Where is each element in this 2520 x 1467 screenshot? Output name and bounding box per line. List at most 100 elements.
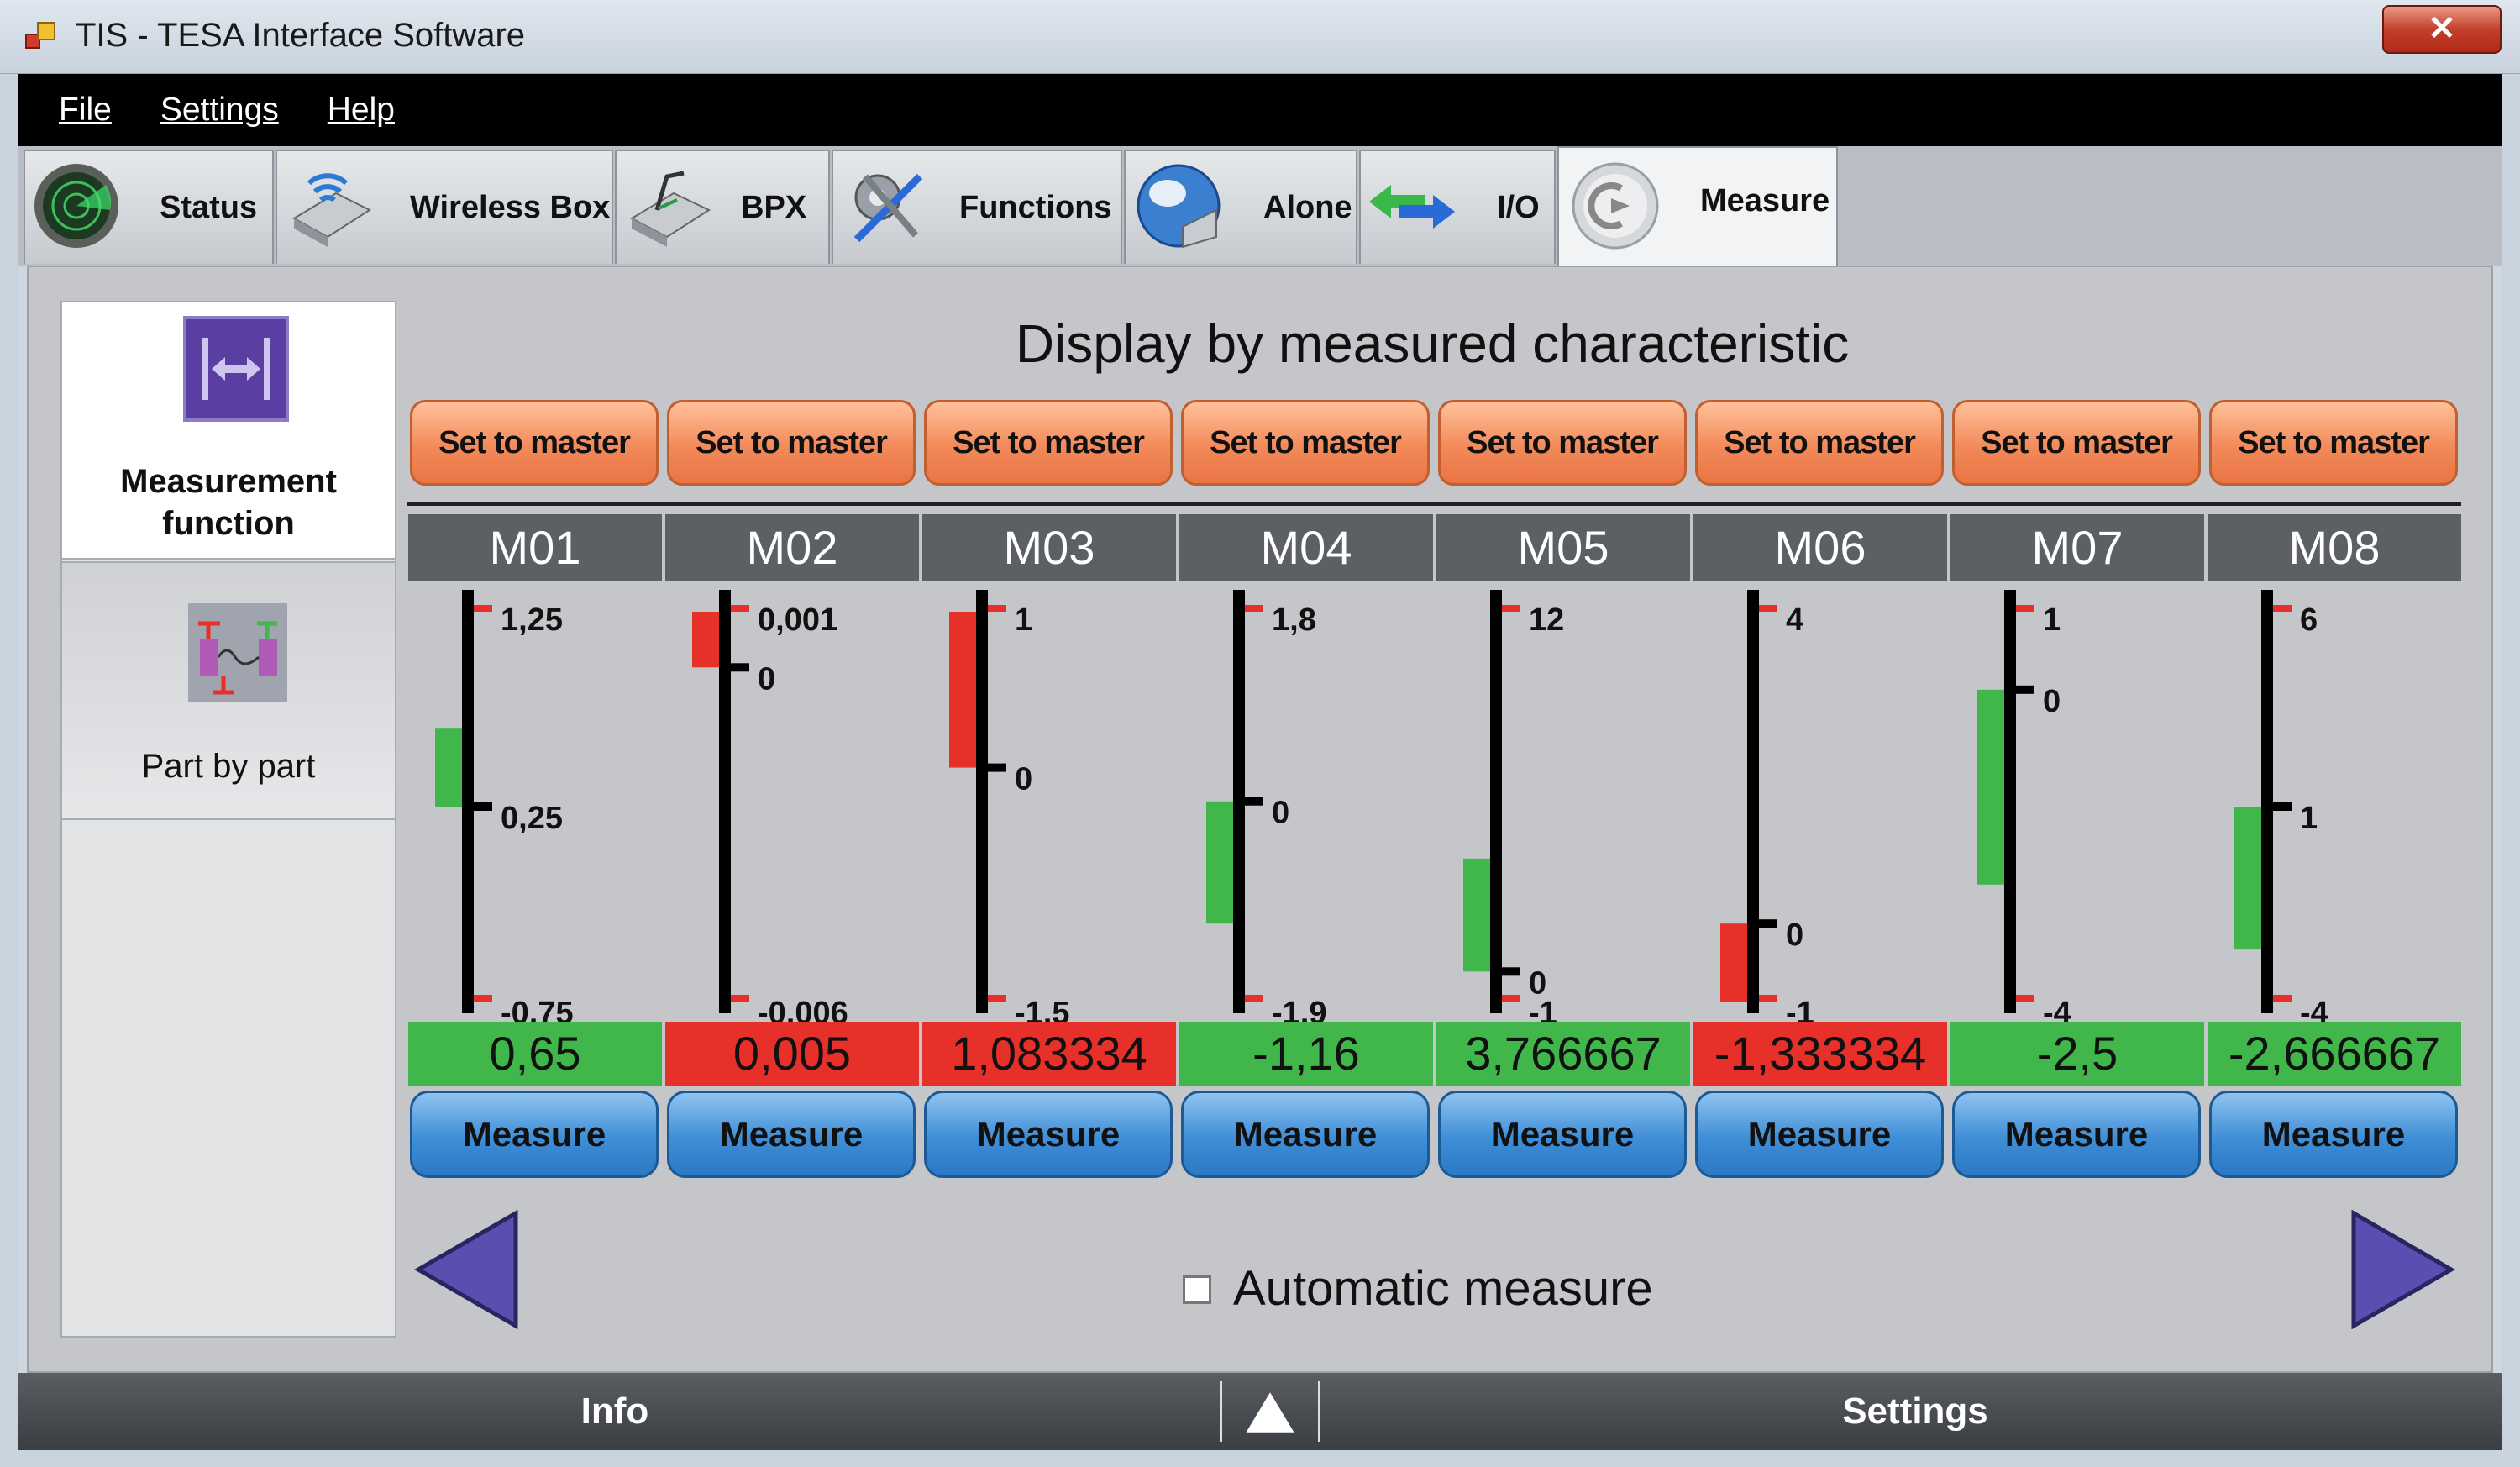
tab-status[interactable]: Status (24, 150, 274, 264)
deviation-bar-m04 (1206, 801, 1233, 924)
set-to-master-button-m07[interactable]: Set to master (1952, 400, 2201, 486)
lower-limit-marker-m05 (1502, 995, 1520, 1002)
measure-button-m04[interactable]: Measure (1181, 1091, 1430, 1178)
nominal-label-m06: 0 (1786, 918, 1803, 953)
upper-limit-label-m01: 1,25 (501, 602, 563, 638)
value-m02: 0,005 (665, 1022, 919, 1086)
tab-wireless-box[interactable]: Wireless Box (276, 150, 613, 264)
lower-limit-marker-m01 (474, 995, 492, 1002)
set-to-master-button-m02[interactable]: Set to master (667, 400, 916, 486)
nominal-tick-m03 (988, 763, 1006, 772)
sidebar-item-part-by-part-label: Part by part (141, 748, 316, 785)
upper-limit-label-m03: 1 (1015, 602, 1032, 638)
nominal-label-m01: 0,25 (501, 801, 563, 836)
nominal-label-m08: 1 (2300, 801, 2318, 836)
menu-file[interactable]: File (59, 92, 112, 129)
gauge-axis-m02 (719, 590, 731, 1013)
settings-button[interactable]: Settings (1329, 1373, 2502, 1450)
previous-page-arrow-icon[interactable] (413, 1210, 521, 1329)
characteristic-header-m01: M01 (408, 514, 662, 581)
lower-limit-label-m02: -0,006 (758, 996, 848, 1022)
characteristic-header-m06: M06 (1693, 514, 1947, 581)
nominal-tick-m01 (474, 802, 492, 811)
gauge-axis-m08 (2261, 590, 2273, 1013)
nominal-tick-m06 (1759, 919, 1777, 928)
tab-bpx[interactable]: BPX (615, 150, 830, 264)
tab-bar: Status Wireless Box BPX Functions Alone … (18, 146, 2502, 266)
measure-button-m03[interactable]: Measure (924, 1091, 1173, 1178)
tab-measure[interactable]: Measure (1557, 146, 1838, 266)
menu-help[interactable]: Help (328, 92, 395, 129)
measure-button-m06[interactable]: Measure (1695, 1091, 1944, 1178)
window-frame-bottom (0, 1450, 2520, 1467)
gauge-axis-m03 (976, 590, 988, 1013)
close-button[interactable]: ✕ (2382, 5, 2502, 54)
lower-limit-marker-m07 (2016, 995, 2034, 1002)
set-to-master-button-m03[interactable]: Set to master (924, 400, 1173, 486)
value-m07: -2,5 (1950, 1022, 2204, 1086)
measure-button-m07[interactable]: Measure (1952, 1091, 2201, 1178)
window-frame-right (2502, 74, 2520, 1467)
lower-limit-label-m08: -4 (2300, 996, 2328, 1022)
info-button[interactable]: Info (18, 1373, 1211, 1450)
characteristic-header-m08: M08 (2208, 514, 2461, 581)
page-title: Display by measured characteristic (1015, 313, 1850, 374)
gauge-axis-m01 (462, 590, 474, 1013)
upper-limit-marker-m08 (2273, 605, 2292, 612)
value-m08: -2,666667 (2208, 1022, 2461, 1086)
gauge-m07: 1 0 -4 (1977, 590, 2071, 1022)
nominal-tick-m07 (2016, 685, 2034, 694)
gauge-axis-m04 (1233, 590, 1245, 1013)
window-title: TIS - TESA Interface Software (76, 17, 526, 54)
next-page-arrow-icon[interactable] (2349, 1210, 2456, 1329)
measure-button-m08[interactable]: Measure (2209, 1091, 2458, 1178)
nominal-label-m02: 0 (758, 661, 775, 697)
gauge-m01: 1,25 0,25 -0,75 (435, 590, 574, 1022)
part-by-part-icon (188, 603, 287, 702)
measure-button-m02[interactable]: Measure (667, 1091, 916, 1178)
expand-up-arrow-icon[interactable] (1220, 1381, 1320, 1442)
title-bar: TIS - TESA Interface Software ✕ (0, 0, 2520, 74)
set-to-master-button-m04[interactable]: Set to master (1181, 400, 1430, 486)
measure-button-m01[interactable]: Measure (410, 1091, 659, 1178)
set-to-master-button-m05[interactable]: Set to master (1438, 400, 1687, 486)
measurement-function-icon (183, 316, 289, 422)
upper-limit-label-m02: 0,001 (758, 602, 837, 638)
deviation-bar-m06 (1720, 923, 1747, 1002)
upper-limit-marker-m04 (1245, 605, 1263, 612)
characteristic-header-m04: M04 (1179, 514, 1433, 581)
upper-limit-marker-m06 (1759, 605, 1777, 612)
upper-limit-label-m05: 12 (1529, 602, 1564, 638)
value-m05: 3,766667 (1436, 1022, 1690, 1086)
set-to-master-button-m01[interactable]: Set to master (410, 400, 659, 486)
tab-wireless-box-label: Wireless Box (410, 190, 611, 225)
automatic-measure-checkbox[interactable] (1183, 1275, 1211, 1304)
gauge-axis-m07 (2004, 590, 2016, 1013)
tab-functions[interactable]: Functions (832, 150, 1122, 264)
nominal-tick-m08 (2273, 802, 2292, 811)
nominal-label-m07: 0 (2043, 684, 2061, 719)
tab-io[interactable]: I/O (1359, 150, 1556, 264)
menu-settings[interactable]: Settings (160, 92, 279, 129)
automatic-measure-label: Automatic measure (1233, 1261, 1653, 1316)
characteristic-header-m07: M07 (1950, 514, 2204, 581)
set-to-master-button-m08[interactable]: Set to master (2209, 400, 2458, 486)
lower-limit-label-m04: -1,9 (1272, 996, 1326, 1022)
tab-alone[interactable]: Alone (1124, 150, 1357, 264)
upper-limit-marker-m01 (474, 605, 492, 612)
bottom-bar: Info Settings (18, 1373, 2502, 1450)
deviation-bar-m01 (435, 728, 462, 807)
nominal-label-m03: 0 (1015, 762, 1032, 797)
upper-limit-marker-m05 (1502, 605, 1520, 612)
measure-button-m05[interactable]: Measure (1438, 1091, 1687, 1178)
characteristic-header-m03: M03 (922, 514, 1176, 581)
window-frame-left (0, 74, 18, 1467)
value-m01: 0,65 (408, 1022, 662, 1086)
set-to-master-button-m06[interactable]: Set to master (1695, 400, 1944, 486)
deviation-bar-m02 (692, 612, 719, 668)
nominal-tick-m05 (1502, 967, 1520, 976)
sidebar-item-measurement-function-label: Measurement function (120, 463, 337, 542)
lower-limit-label-m05: -1 (1529, 996, 1557, 1022)
deviation-bar-m05 (1463, 858, 1490, 972)
tab-alone-label: Alone (1263, 190, 1352, 225)
